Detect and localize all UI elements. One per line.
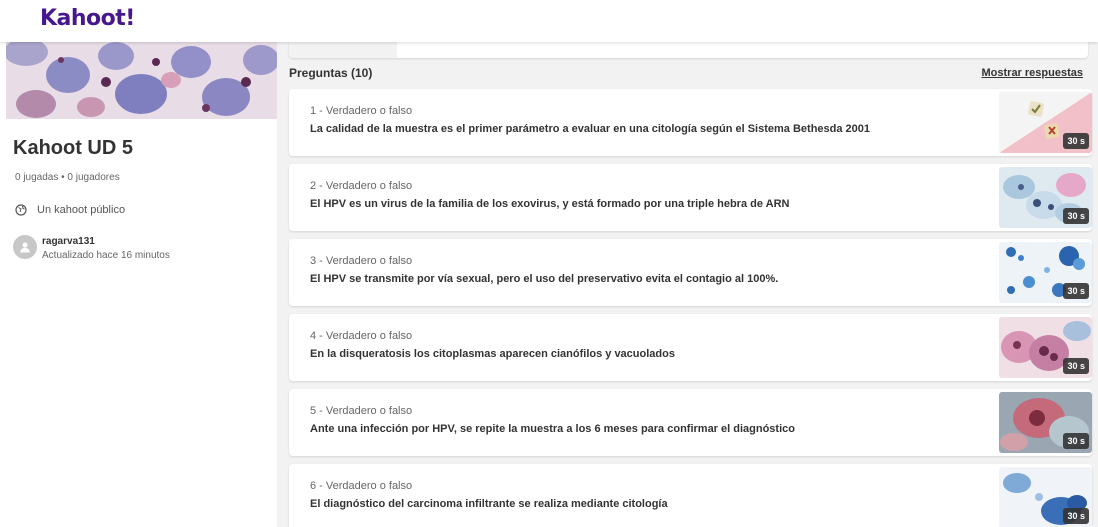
question-thumbnail: 30 s — [999, 317, 1092, 378]
question-meta: 3 - Verdadero o falso — [310, 255, 413, 267]
main-tabs-bar — [289, 42, 1088, 58]
question-meta: 5 - Verdadero o falso — [310, 405, 413, 417]
question-meta: 6 - Verdadero o falso — [310, 480, 413, 492]
show-answers-link[interactable]: Mostrar respuestas — [982, 67, 1084, 79]
author-name[interactable]: ragarva131 — [42, 236, 170, 247]
question-text: La calidad de la muestra es el primer pa… — [310, 123, 871, 135]
question-text: Ante una infección por HPV, se repite la… — [310, 423, 795, 435]
question-card[interactable]: 1 - Verdadero o falso La calidad de la m… — [289, 89, 1092, 156]
time-limit-badge: 30 s — [1063, 358, 1089, 374]
question-card[interactable]: 6 - Verdadero o falso El diagnóstico del… — [289, 464, 1092, 527]
question-text: El HPV es un virus de la familia de los … — [310, 198, 790, 210]
question-card[interactable]: 2 - Verdadero o falso El HPV es un virus… — [289, 164, 1092, 231]
time-limit-badge: 30 s — [1063, 508, 1089, 524]
last-updated: Actualizado hace 16 minutos — [42, 250, 170, 261]
kahoot-logo[interactable]: Kahoot! — [40, 6, 135, 31]
visibility-label: Un kahoot público — [37, 204, 126, 216]
question-meta: 4 - Verdadero o falso — [310, 330, 413, 342]
visibility-status: Un kahoot público — [15, 203, 125, 217]
cover-image — [6, 42, 277, 119]
question-card[interactable]: 4 - Verdadero o falso En la disqueratosi… — [289, 314, 1092, 381]
avatar[interactable] — [13, 235, 37, 259]
top-bar: Kahoot! — [0, 0, 1098, 42]
question-card[interactable]: 3 - Verdadero o falso El HPV se transmit… — [289, 239, 1092, 306]
question-thumbnail: 30 s — [999, 242, 1092, 303]
kahoot-title: Kahoot UD 5 — [13, 137, 133, 159]
question-thumbnail: 30 s — [999, 392, 1092, 453]
play-stats: 0 jugadas • 0 jugadores — [15, 172, 120, 183]
question-text: En la disqueratosis los citoplasmas apar… — [310, 348, 675, 360]
time-limit-badge: 30 s — [1063, 433, 1089, 449]
question-text: El diagnóstico del carcinoma infiltrante… — [310, 498, 668, 510]
question-thumbnail: 30 s — [999, 467, 1092, 527]
time-limit-badge: 30 s — [1063, 283, 1089, 299]
question-text: El HPV se transmite por vía sexual, pero… — [310, 273, 779, 285]
kahoot-details-sidebar: Kahoot UD 5 0 jugadas • 0 jugadores Un k… — [0, 42, 277, 527]
user-icon — [20, 242, 30, 253]
globe-icon — [15, 204, 27, 216]
question-thumbnail: 30 s — [999, 167, 1092, 228]
tab[interactable] — [289, 42, 397, 58]
question-thumbnail: 30 s — [999, 92, 1092, 153]
questions-heading: Preguntas (10) — [289, 66, 373, 80]
question-meta: 1 - Verdadero o falso — [310, 105, 413, 117]
question-meta: 2 - Verdadero o falso — [310, 180, 413, 192]
question-card[interactable]: 5 - Verdadero o falso Ante una infección… — [289, 389, 1092, 456]
time-limit-badge: 30 s — [1063, 133, 1089, 149]
author-info: ragarva131 Actualizado hace 16 minutos — [13, 235, 170, 261]
time-limit-badge: 30 s — [1063, 208, 1089, 224]
